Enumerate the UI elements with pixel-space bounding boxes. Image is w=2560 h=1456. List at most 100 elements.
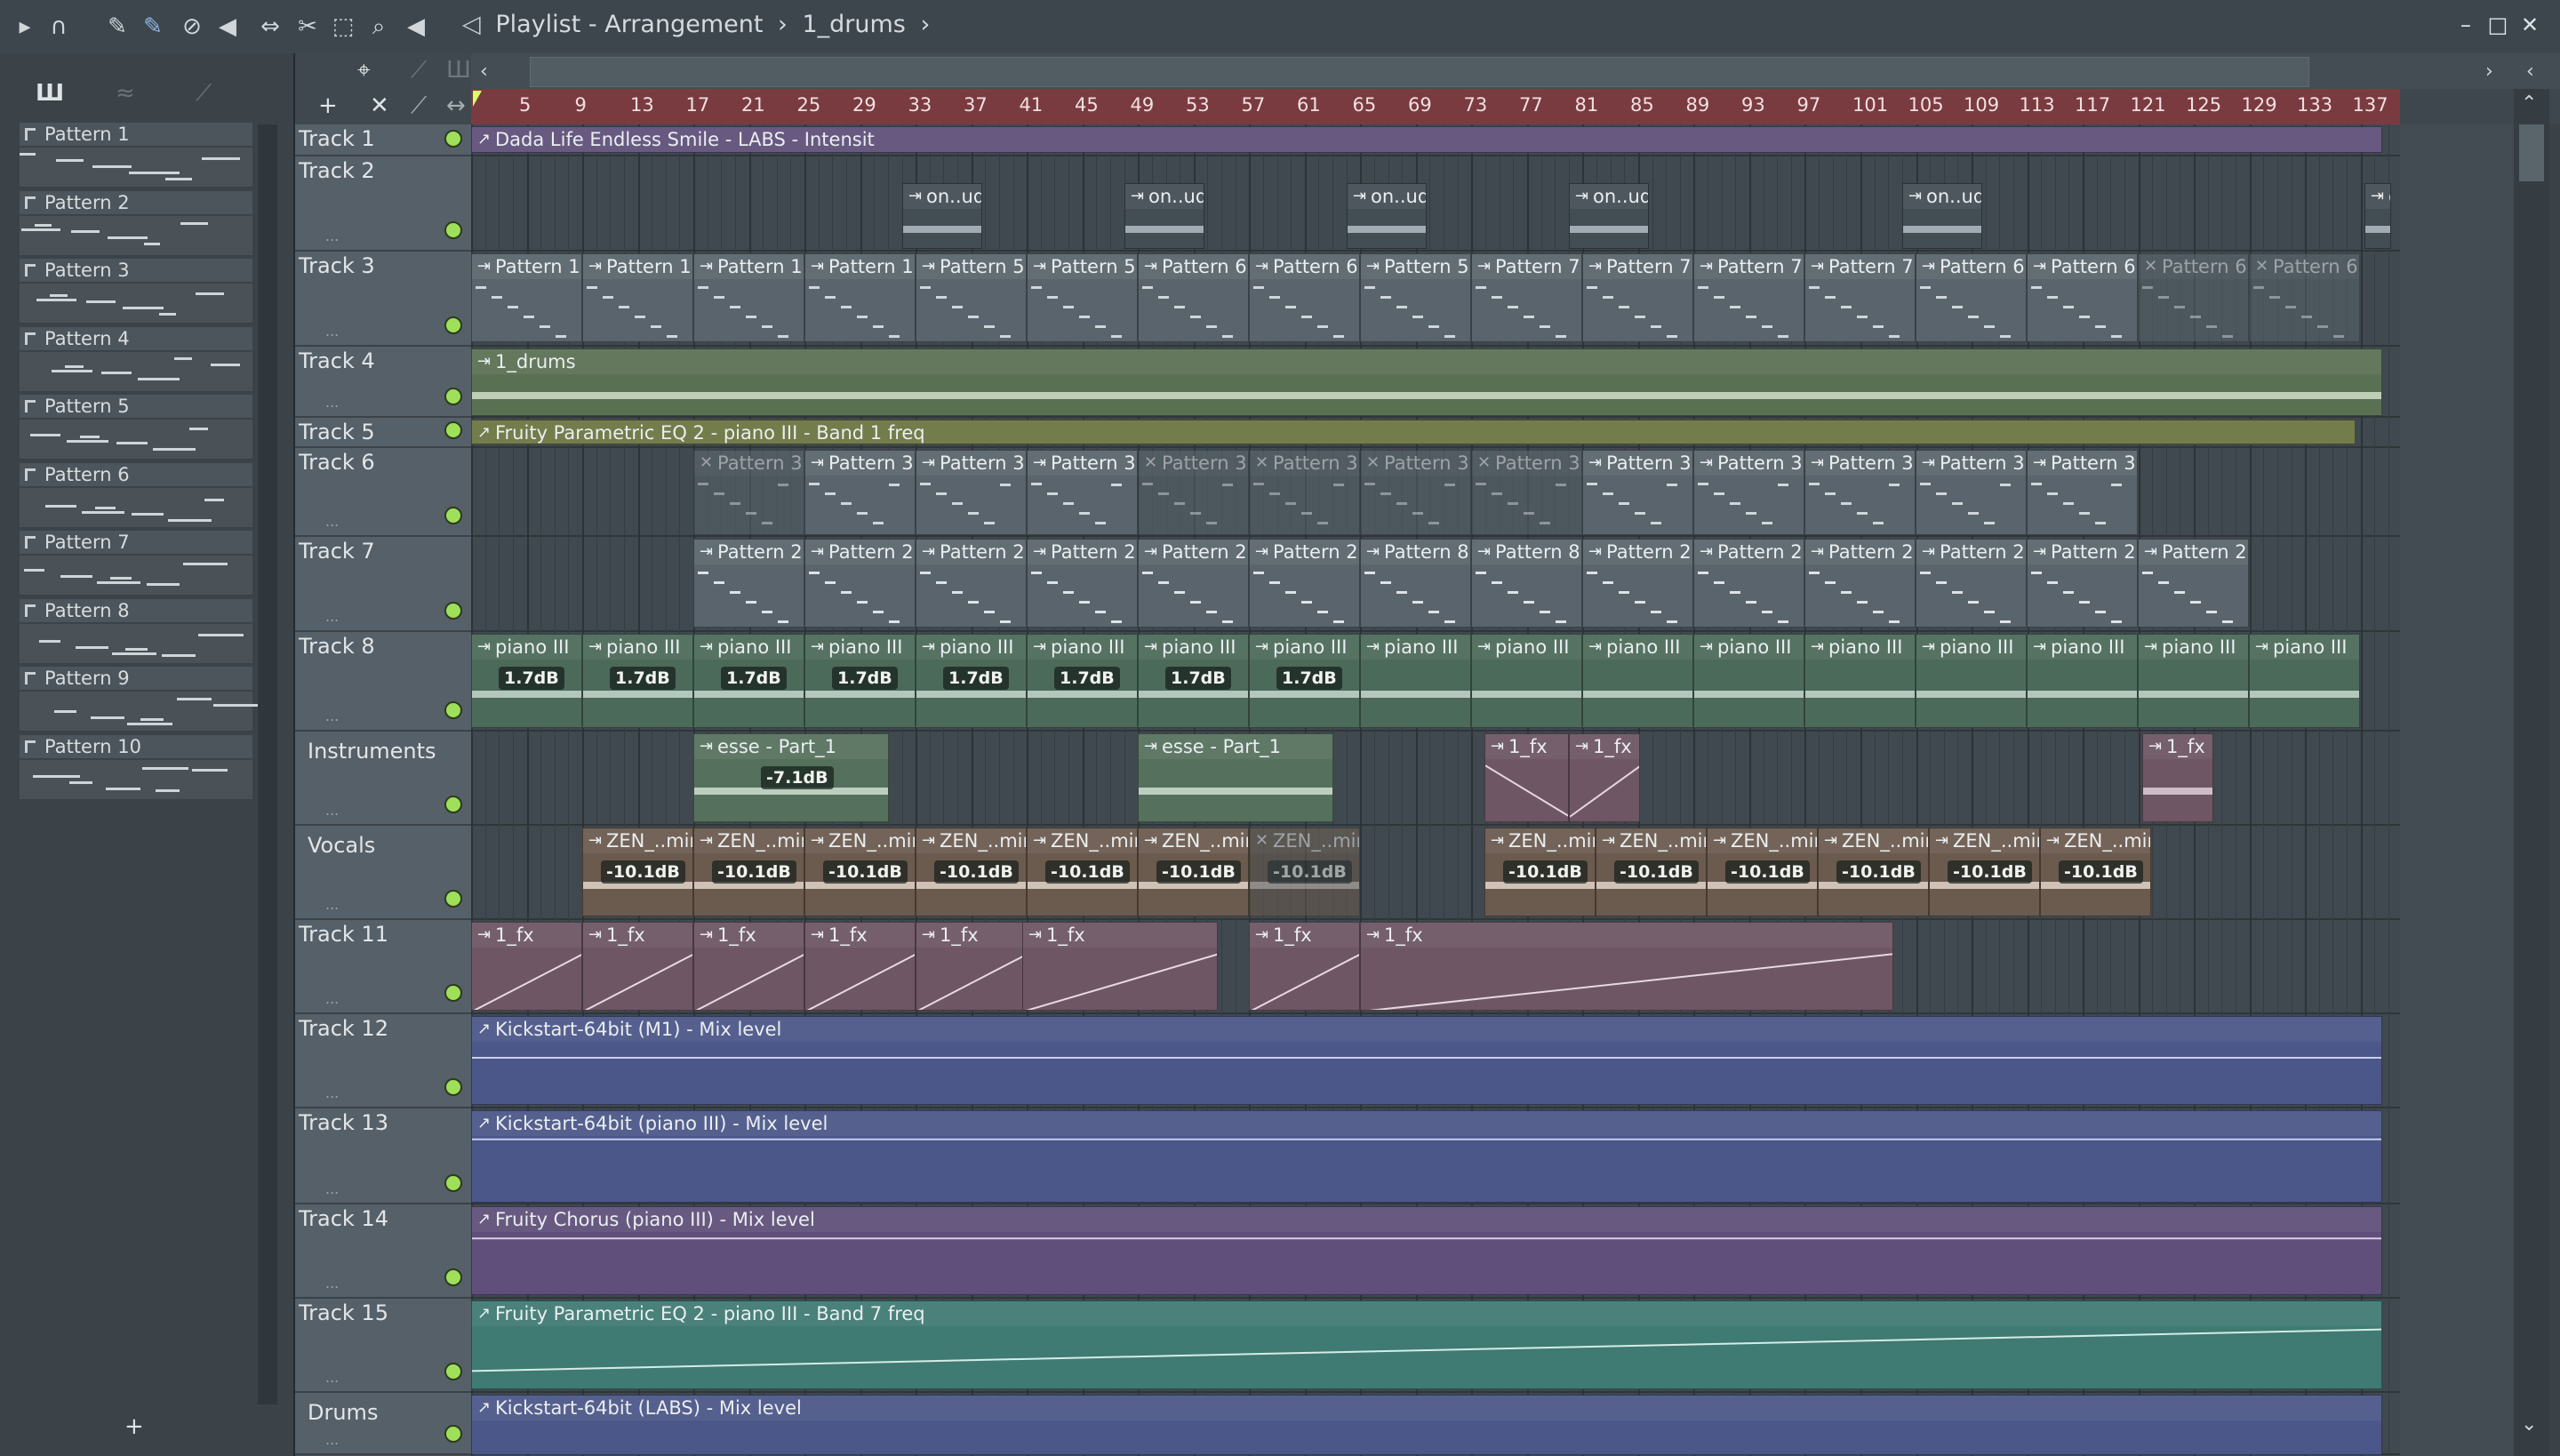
- waveform-icon[interactable]: ≈: [116, 80, 135, 107]
- scroll-right-icon[interactable]: ›: [2485, 60, 2493, 83]
- playlist-clip[interactable]: piano III 1.7dB: [804, 634, 916, 728]
- playlist-clip[interactable]: 1_fx: [582, 922, 693, 1011]
- playlist-clip[interactable]: Pattern 3: [1582, 450, 1693, 535]
- playlist-clip[interactable]: on..ud: [1569, 183, 1649, 249]
- playlist-clip[interactable]: Pattern 10: [804, 253, 916, 342]
- track-header[interactable]: Track 11...: [295, 920, 471, 1014]
- track-options[interactable]: ...: [325, 1431, 339, 1448]
- playlist-clip[interactable]: on..ud: [2364, 183, 2391, 249]
- magnet-icon[interactable]: ∩: [46, 14, 71, 39]
- track-mute-led[interactable]: [444, 507, 462, 524]
- keyboard-icon[interactable]: Ш: [446, 57, 471, 84]
- playlist-clip[interactable]: Pattern 2: [1027, 539, 1138, 628]
- track-header[interactable]: Track 12...: [295, 1014, 471, 1108]
- track-header[interactable]: Track 13...: [295, 1108, 471, 1204]
- pattern-name[interactable]: Pattern 10: [20, 734, 252, 758]
- pattern-name[interactable]: Pattern 8: [20, 598, 252, 622]
- playlist-clip[interactable]: Pattern 3: [1471, 450, 1582, 535]
- pattern-name[interactable]: Pattern 4: [20, 326, 252, 350]
- track-header[interactable]: Track 4...: [295, 347, 471, 418]
- speaker-icon[interactable]: ◁: [462, 11, 481, 38]
- pattern-item[interactable]: Pattern 1: [12, 123, 252, 188]
- playlist-clip[interactable]: Pattern 6: [2138, 253, 2249, 342]
- slice-icon[interactable]: ✂: [295, 14, 320, 39]
- track-mute-led[interactable]: [444, 602, 462, 620]
- track-header[interactable]: Track 15...: [295, 1299, 471, 1393]
- track-mute-led[interactable]: [444, 316, 462, 334]
- track-mute-led[interactable]: [444, 1174, 462, 1192]
- playlist-clip[interactable]: 1_fx: [693, 922, 804, 1011]
- add-track-icon[interactable]: +: [318, 92, 338, 119]
- track-mute-led[interactable]: [444, 388, 462, 405]
- close-button[interactable]: ✕: [2514, 9, 2546, 41]
- track-options[interactable]: ...: [325, 802, 339, 819]
- playlist-clip[interactable]: Pattern 7: [1471, 253, 1582, 342]
- playlist-clip[interactable]: piano III: [1471, 634, 1582, 728]
- track-name[interactable]: Track 3: [299, 253, 375, 278]
- playlist-clip[interactable]: Pattern 2: [1916, 539, 2027, 628]
- playhead-marker[interactable]: [473, 91, 482, 107]
- track-options[interactable]: ...: [325, 608, 339, 625]
- playlist-clip[interactable]: Pattern 3: [1249, 450, 1360, 535]
- track-name[interactable]: Track 15: [299, 1300, 388, 1325]
- track-header[interactable]: Drums...: [295, 1393, 471, 1455]
- playlist-clip[interactable]: piano III 1.7dB: [693, 634, 804, 728]
- playlist-clip[interactable]: Pattern 3: [1693, 450, 1804, 535]
- pencil-icon[interactable]: ✎: [105, 14, 130, 39]
- pattern-name[interactable]: Pattern 7: [20, 531, 252, 554]
- track-name[interactable]: Vocals: [308, 833, 375, 858]
- track-name[interactable]: Track 4: [299, 348, 375, 373]
- playlist-clip[interactable]: piano III: [2027, 634, 2138, 728]
- playlist-clip[interactable]: ZEN_..min -10.1dB: [2040, 828, 2151, 916]
- track-mute-led[interactable]: [444, 796, 462, 813]
- piano-icon[interactable]: Ш: [36, 80, 64, 107]
- playlist-clip[interactable]: ZEN_..min -10.1dB: [804, 828, 916, 916]
- track-header[interactable]: Track 14...: [295, 1204, 471, 1299]
- playlist-clip[interactable]: ZEN_..min -10.1dB: [1249, 828, 1360, 916]
- vertical-thumb[interactable]: [2519, 124, 2544, 181]
- playlist-clip[interactable]: 1_fx: [1022, 922, 1218, 1011]
- track-options[interactable]: ...: [325, 513, 339, 530]
- pattern-item[interactable]: Pattern 2: [12, 190, 252, 257]
- track-name[interactable]: Track 8: [299, 634, 375, 659]
- track-options[interactable]: ...: [325, 1369, 339, 1386]
- track-options[interactable]: ...: [325, 990, 339, 1007]
- track-name[interactable]: Instruments: [308, 739, 436, 764]
- overview-thumb[interactable]: [530, 57, 2309, 87]
- playlist-clip[interactable]: Pattern 8: [1360, 539, 1471, 628]
- pattern-item[interactable]: Pattern 6: [12, 462, 252, 529]
- playlist-clip[interactable]: Pattern 6: [1249, 253, 1360, 342]
- playlist-clip[interactable]: ZEN_..min -10.1dB: [582, 828, 693, 916]
- breadcrumb-pattern[interactable]: 1_drums: [802, 11, 905, 38]
- track-header[interactable]: Track 8...: [295, 632, 471, 732]
- track-options[interactable]: ...: [325, 323, 339, 340]
- track-name[interactable]: Track 6: [299, 450, 375, 475]
- playlist-clip[interactable]: Pattern 3: [1027, 450, 1138, 535]
- playlist-clip[interactable]: Pattern 2: [916, 539, 1027, 628]
- playlist-clip[interactable]: Pattern 6: [1916, 253, 2027, 342]
- track-header[interactable]: Track 2...: [295, 156, 471, 252]
- playlist-clip[interactable]: Pattern 3: [1916, 450, 2027, 535]
- track-mute-led[interactable]: [444, 984, 462, 1002]
- playlist-clip[interactable]: ZEN_..min -10.1dB: [1027, 828, 1138, 916]
- playlist-clip[interactable]: piano III: [2249, 634, 2360, 728]
- playlist-clip[interactable]: Pattern 7: [1582, 253, 1693, 342]
- playlist-clip[interactable]: Dada Life Endless Smile - LABS - Intensi…: [471, 126, 2382, 153]
- playlist-clip[interactable]: piano III: [1360, 634, 1471, 728]
- playlist-clip[interactable]: Pattern 6: [2027, 253, 2138, 342]
- delete-icon[interactable]: ⊘: [180, 14, 204, 39]
- playlist-clip[interactable]: piano III 1.7dB: [582, 634, 693, 728]
- picker-scrollbar[interactable]: [258, 124, 277, 1404]
- playlist-clip[interactable]: Pattern 10: [693, 253, 804, 342]
- track-header[interactable]: Instruments...: [295, 732, 471, 826]
- playlist-clip[interactable]: 1_fx: [1484, 733, 1569, 822]
- track-mute-led[interactable]: [444, 221, 462, 239]
- playlist-clip[interactable]: Pattern 3: [1804, 450, 1916, 535]
- snap-icon[interactable]: ⌖: [357, 57, 371, 84]
- playlist-clip[interactable]: Fruity Parametric EQ 2 - piano III - Ban…: [471, 420, 2356, 444]
- playlist-clip[interactable]: Pattern 3: [693, 450, 804, 535]
- scroll-up-icon[interactable]: ⌃: [2521, 92, 2537, 115]
- playlist-clip[interactable]: Pattern 2: [693, 539, 804, 628]
- track-name[interactable]: Drums: [308, 1400, 378, 1425]
- playlist-clip[interactable]: Kickstart-64bit (piano III) - Mix level: [471, 1110, 2382, 1203]
